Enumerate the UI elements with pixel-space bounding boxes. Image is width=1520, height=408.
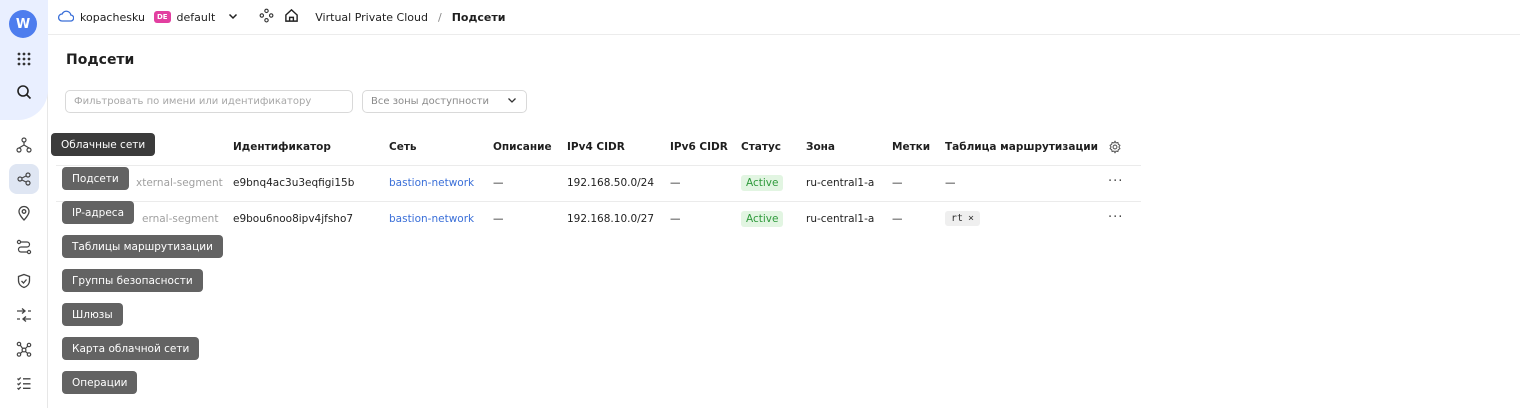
cloud-name[interactable]: kopachesku [80,11,145,24]
cell-name[interactable]: ernal-segment [142,213,218,225]
chevron-down-icon [506,94,518,109]
tooltip-network-map: Карта облачной сети [62,337,200,360]
folder-name[interactable]: default [177,11,216,24]
page-title: Подсети [66,52,135,68]
search-icon[interactable] [9,77,39,107]
cell-name[interactable]: xternal-segment [136,177,223,189]
column-header-zone[interactable]: Зона [806,141,835,153]
service-graph-icon[interactable] [259,8,274,26]
home-icon[interactable] [284,8,299,26]
more-actions-icon[interactable]: ··· [1108,174,1123,189]
row-divider [56,201,1141,202]
route-table-chip[interactable]: rt × [945,211,981,226]
cell-id[interactable]: e9bnq4ac3u3eqfigi15b [233,177,354,189]
top-bar: kopachesku DE default Virtual Private Cl… [48,0,1520,35]
column-header-ipv6[interactable]: IPv6 CIDR [670,141,728,153]
breadcrumb-current: Подсети [451,10,506,24]
close-icon[interactable]: × [968,213,974,224]
column-header-status[interactable]: Статус [741,141,781,153]
zone-select-value: Все зоны доступности [371,96,490,107]
left-rail: W [0,0,48,408]
cell-description: — [493,213,504,225]
cell-zone: ru-central1-a [806,177,875,189]
column-header-id[interactable]: Идентификатор [233,141,331,153]
cell-labels: — [892,177,903,189]
breadcrumb-service[interactable]: Virtual Private Cloud [315,11,428,24]
zone-select[interactable]: Все зоны доступности [362,90,527,113]
search-input[interactable] [65,90,353,113]
tooltip-gateways: Шлюзы [62,303,123,326]
more-actions-icon[interactable]: ··· [1108,210,1123,225]
status-badge: Active [741,211,784,227]
row-divider [56,165,1141,166]
tooltip-operations: Операции [62,371,138,394]
column-header-route-table[interactable]: Таблица маршрутизации [945,141,1098,153]
logo-icon[interactable]: W [9,10,37,38]
apps-icon[interactable] [9,44,39,74]
tooltip-security-groups: Группы безопасности [62,269,203,292]
route-table-chip-label: rt [951,213,964,224]
status-badge: Active [741,175,784,191]
tooltip-subnets: Подсети [62,167,129,190]
cell-network-link[interactable]: bastion-network [389,213,474,225]
security-groups-icon[interactable] [9,266,39,296]
cell-labels: — [892,213,903,225]
tooltip-route-tables: Таблицы маршрутизации [62,235,223,258]
cell-ipv4: 192.168.50.0/24 [567,177,655,189]
ip-addresses-icon[interactable] [9,198,39,228]
column-header-ipv4[interactable]: IPv4 CIDR [567,141,625,153]
cell-id[interactable]: e9bou6noo8ipv4jfsho7 [233,213,353,225]
cell-ipv4: 192.168.10.0/27 [567,213,655,225]
cell-ipv6: — [670,213,681,225]
network-map-icon[interactable] [9,334,39,364]
chevron-down-icon[interactable] [227,10,239,25]
breadcrumb-separator: / [437,10,442,24]
folder-badge: DE [153,11,171,23]
cell-ipv6: — [670,177,681,189]
cloud-networks-icon[interactable] [9,130,39,160]
cell-description: — [493,177,504,189]
gear-icon[interactable] [1108,140,1122,157]
column-header-network[interactable]: Сеть [389,141,417,153]
gateways-icon[interactable] [9,300,39,330]
operations-icon[interactable] [9,368,39,398]
cell-zone: ru-central1-a [806,213,875,225]
column-header-labels[interactable]: Метки [892,141,930,153]
cell-network-link[interactable]: bastion-network [389,177,474,189]
tooltip-ip-addresses: IP-адреса [62,201,135,224]
subnets-icon[interactable] [9,164,39,194]
column-header-description[interactable]: Описание [493,141,552,153]
tooltip-cloud-networks: Облачные сети [51,133,156,156]
route-tables-icon[interactable] [9,232,39,262]
cell-route-table: — [945,177,956,189]
cloud-icon [57,9,75,26]
